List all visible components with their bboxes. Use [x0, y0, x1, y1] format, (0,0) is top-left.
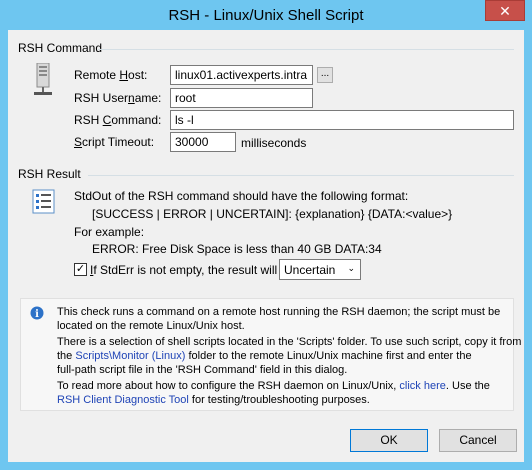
example-output-text: ERROR: Free Disk Space is less than 40 G…	[92, 242, 382, 256]
rsh-command-input[interactable]: ls -l	[170, 110, 514, 130]
for-example-label: For example:	[74, 225, 145, 239]
browse-host-button[interactable]: ...	[317, 67, 333, 83]
info-paragraph-2-line-3: full-path script file in the 'RSH Comman…	[57, 364, 348, 376]
info-paragraph-2-line-1: There is a selection of shell scripts lo…	[57, 336, 522, 348]
window-title: RSH - Linux/Unix Shell Script	[168, 7, 364, 24]
result-group-divider	[88, 175, 514, 176]
info-paragraph-3-line-2: RSH Client Diagnostic Tool for testing/t…	[57, 394, 370, 406]
server-icon	[34, 63, 52, 95]
chevron-down-icon: ⌄	[347, 263, 355, 273]
remote-host-label: Remote Host:	[74, 68, 148, 82]
svg-text:i: i	[35, 309, 39, 320]
click-here-link[interactable]: click here	[399, 380, 445, 392]
result-group-title: RSH Result	[18, 167, 81, 181]
dialog-window: RSH - Linux/Unix Shell Script ✕ RSH Comm…	[0, 0, 532, 470]
checklist-icon	[32, 189, 55, 214]
stdout-format-text: StdOut of the RSH command should have th…	[74, 189, 409, 203]
rsh-username-label: RSH Username:	[74, 91, 162, 105]
timeout-unit-label: milliseconds	[241, 136, 307, 150]
scripts-folder-link[interactable]: Scripts\Monitor (Linux)	[75, 350, 185, 362]
rsh-command-label: RSH Command:	[74, 113, 162, 127]
close-button[interactable]: ✕	[485, 0, 525, 21]
title-bar: RSH - Linux/Unix Shell Script ✕	[0, 0, 532, 30]
info-paragraph-1-line-2: located on the remote Linux/Unix host.	[57, 320, 245, 332]
info-icon: i	[30, 306, 44, 320]
remote-host-input[interactable]: linux01.activexperts.intra	[170, 65, 313, 85]
cancel-button[interactable]: Cancel	[439, 429, 517, 452]
stderr-checkbox-label: If StdErr is not empty, the result will …	[90, 263, 298, 277]
script-timeout-label: Script Timeout:	[74, 135, 155, 149]
info-paragraph-1-line-1: This check runs a command on a remote ho…	[57, 306, 501, 318]
stderr-checkbox[interactable]: ✓	[74, 263, 87, 276]
stderr-result-value: Uncertain	[284, 263, 336, 277]
rsh-username-input[interactable]: root	[170, 88, 313, 108]
ok-button[interactable]: OK	[350, 429, 428, 452]
command-group-title: RSH Command	[18, 41, 103, 55]
stderr-result-select[interactable]: Uncertain ⌄	[279, 259, 361, 280]
info-box: i This check runs a command on a remote …	[20, 298, 521, 411]
info-paragraph-3-line-1: To read more about how to configure the …	[57, 380, 490, 392]
dialog-client: RSH Command Remote Host: linux01.activex…	[8, 30, 524, 462]
stdout-format-example: [SUCCESS | ERROR | UNCERTAIN]: {explanat…	[92, 207, 453, 221]
rsh-diagnostic-tool-link[interactable]: RSH Client Diagnostic Tool	[57, 394, 189, 406]
command-group-divider	[98, 49, 514, 50]
script-timeout-input[interactable]: 30000	[170, 132, 236, 152]
info-paragraph-2-line-2: the Scripts\Monitor (Linux) folder to th…	[57, 350, 472, 362]
